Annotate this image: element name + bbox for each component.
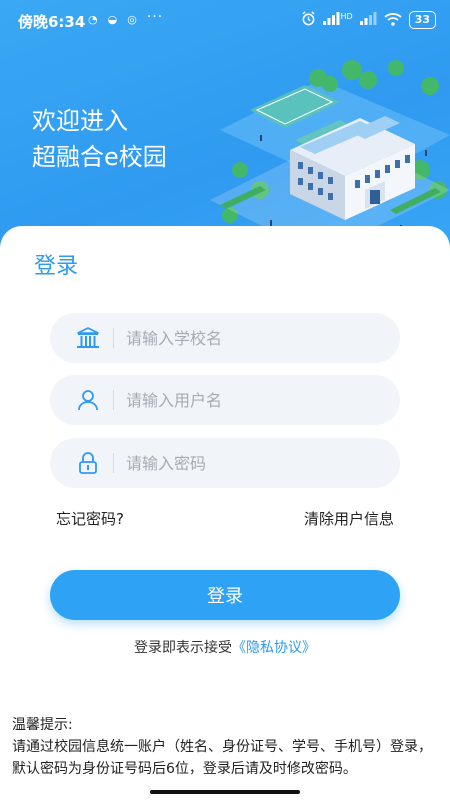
welcome-line-1: 欢迎进入 — [32, 107, 128, 135]
login-button[interactable]: 登录 — [50, 570, 400, 620]
signal-icon — [322, 12, 340, 28]
hd-label: HD — [340, 11, 353, 21]
school-building-icon — [73, 323, 103, 353]
privacy-policy-link[interactable]: 《隐私协议》 — [232, 640, 316, 656]
user-icon — [73, 385, 103, 415]
status-bar: 傍晚6:34 ◔ ◒ ◎ ··· HD 33 — [0, 0, 450, 44]
field-divider — [113, 453, 114, 473]
tips-body: 请通过校园信息统一账户（姓名、身份证号、学号、手机号）登录，默认密码为身份证号码… — [12, 739, 432, 777]
login-card: 登录 请输入学校名 请输入用户名 忘记密码? 清除用户信息 登录 登录即表示接受… — [0, 226, 450, 800]
welcome-line-2: 超融合e校园 — [32, 143, 167, 171]
clear-user-info-link[interactable]: 清除用户信息 — [304, 508, 394, 529]
agreement-label: 登录即表示接受 — [134, 640, 232, 656]
field-divider — [113, 328, 114, 348]
status-time: 傍晚6:34 — [18, 13, 86, 31]
alarm-icon — [301, 11, 316, 29]
notification-icons: ◔ ◒ ◎ ··· — [88, 9, 163, 26]
campus-illustration — [210, 60, 450, 250]
field-divider — [113, 390, 114, 410]
lock-icon — [73, 448, 103, 478]
school-field[interactable] — [50, 313, 400, 363]
system-icons: HD 33 — [301, 11, 436, 29]
username-input[interactable] — [126, 390, 366, 410]
signal-icon-2 — [359, 12, 377, 28]
agreement-text: 登录即表示接受《隐私协议》 — [0, 637, 450, 657]
school-input[interactable] — [126, 328, 366, 348]
message-icon: ◒ — [107, 13, 118, 26]
more-notifications-icon: ··· — [146, 9, 164, 25]
sync-icon: ◎ — [127, 13, 137, 26]
battery-icon: 33 — [408, 11, 436, 29]
forgot-password-link[interactable]: 忘记密码? — [56, 508, 124, 529]
tips-section: 温馨提示: 请通过校园信息统一账户（姓名、身份证号、学号、手机号）登录，默认密码… — [12, 714, 442, 780]
password-input[interactable] — [126, 453, 366, 473]
login-title: 登录 — [34, 254, 79, 279]
password-field[interactable] — [50, 438, 400, 488]
tips-title: 温馨提示: — [12, 717, 73, 733]
qq-icon: ◔ — [88, 13, 98, 26]
welcome-heading: 欢迎进入 超融合e校园 — [32, 103, 167, 175]
username-field[interactable] — [50, 375, 400, 425]
wifi-icon — [384, 12, 402, 29]
home-indicator[interactable] — [150, 790, 300, 794]
